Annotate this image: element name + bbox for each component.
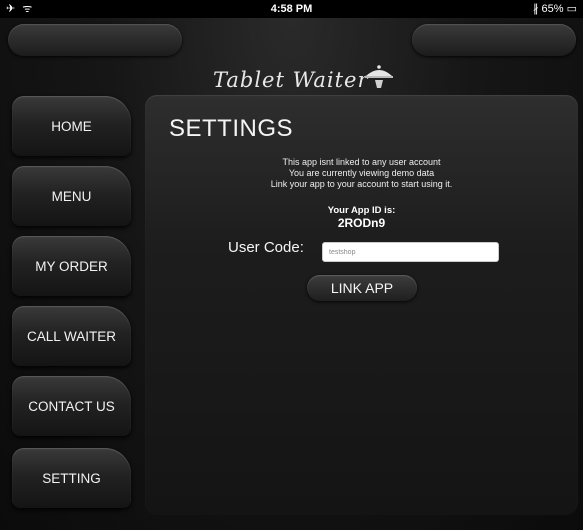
- status-time: 4:58 PM: [270, 3, 313, 15]
- nav-home-label: HOME: [51, 118, 92, 134]
- app-id-label: Your App ID is:: [327, 205, 396, 216]
- nav-home-button[interactable]: HOME: [12, 96, 131, 156]
- nav-my-order-label: MY ORDER: [35, 258, 108, 274]
- nav-setting-button[interactable]: SETTING: [12, 448, 131, 508]
- nav-menu-label: MENU: [51, 188, 92, 204]
- nav-contact-us-label: CONTACT US: [28, 398, 115, 414]
- top-left-pill-button[interactable]: [8, 24, 182, 56]
- info-line: You are currently viewing demo data: [288, 168, 435, 178]
- account-info-text: This app isnt linked to any user account…: [145, 157, 578, 190]
- info-line: This app isnt linked to any user account: [282, 157, 441, 167]
- settings-panel: SETTINGS This app isnt linked to any use…: [145, 95, 578, 515]
- page-title: SETTINGS: [169, 115, 294, 142]
- brand-name: Tablet Waiter: [213, 68, 369, 92]
- link-app-button[interactable]: LINK APP: [307, 275, 417, 301]
- nav-call-waiter-label: CALL WAITER: [26, 328, 116, 344]
- info-line: Link your app to your account to start u…: [270, 179, 453, 189]
- app-id-value: 2RODn9: [337, 216, 386, 230]
- app-screen: Tablet Waiter HOME MENU MY ORDER CALL WA…: [0, 18, 583, 530]
- user-code-label: User Code:: [228, 239, 304, 256]
- cloche-icon: [363, 62, 395, 92]
- nav-call-waiter-button[interactable]: CALL WAITER: [12, 306, 131, 366]
- nav-menu-button[interactable]: MENU: [12, 166, 131, 226]
- top-right-pill-button[interactable]: [412, 24, 576, 56]
- nav-my-order-button[interactable]: MY ORDER: [12, 236, 131, 296]
- nav-contact-us-button[interactable]: CONTACT US: [12, 376, 131, 436]
- status-bar: ✈ ᯤ 4:58 PM ∦ 65% ▭: [0, 0, 583, 18]
- link-app-label: LINK APP: [330, 280, 394, 296]
- user-code-input[interactable]: [322, 242, 499, 262]
- nav-setting-label: SETTING: [42, 470, 101, 486]
- bluetooth-battery-indicator: ∦ 65% ▭: [532, 3, 577, 15]
